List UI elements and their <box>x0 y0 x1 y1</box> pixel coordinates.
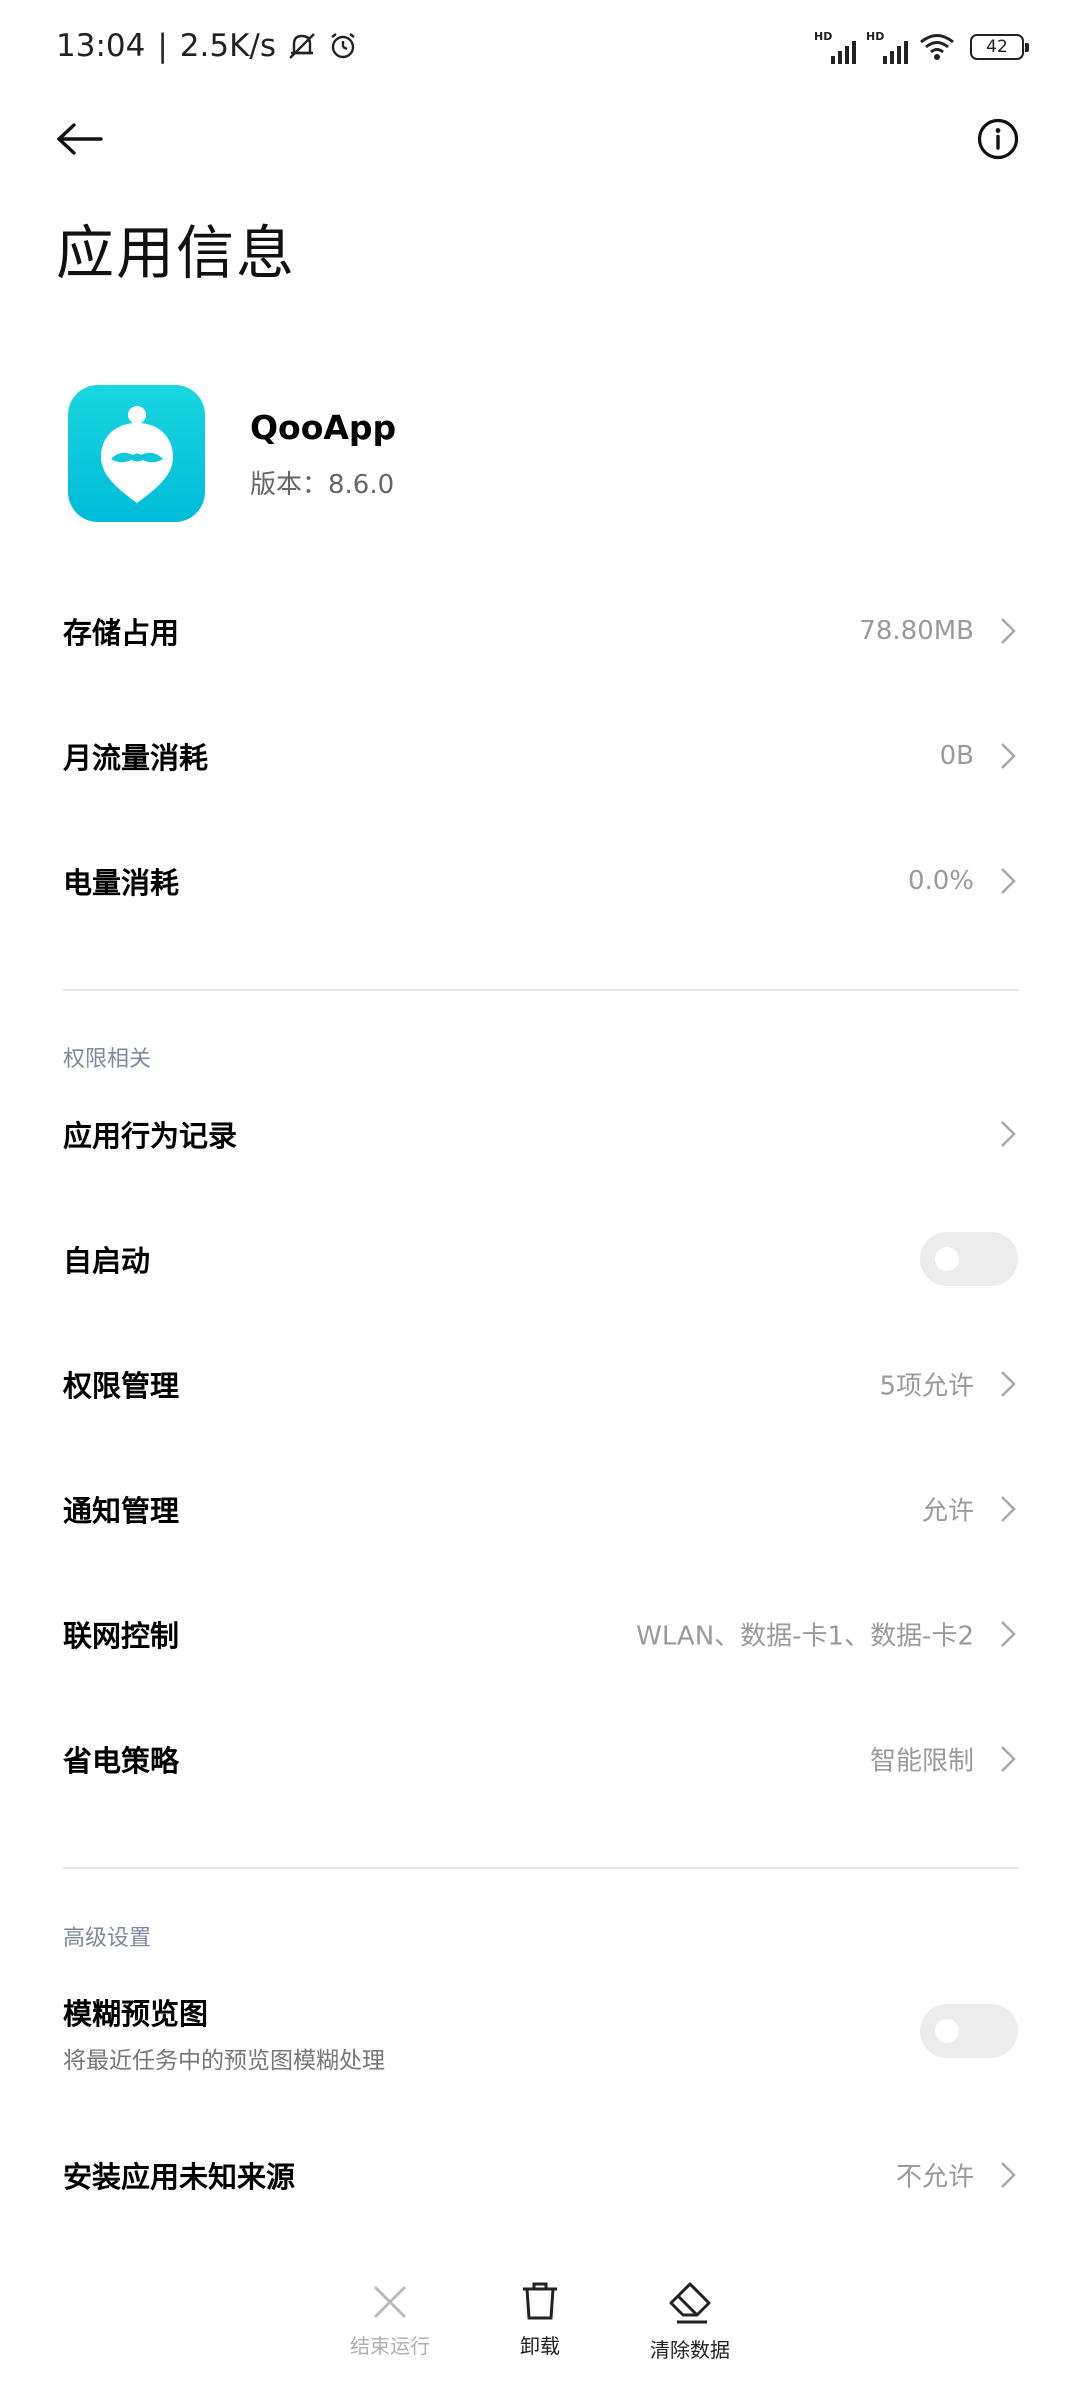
unknown-sources-row[interactable]: 安装应用未知来源 不允许 <box>0 2112 1080 2238</box>
trash-icon <box>523 2282 557 2320</box>
status-right: HD HD 42 <box>814 30 1029 64</box>
storage-row[interactable]: 存储占用 78.80MB <box>0 568 1080 694</box>
row-subtitle: 将最近任务中的预览图模糊处理 <box>63 2048 385 2074</box>
row-value: 5项允许 <box>879 1371 974 1402</box>
network-speed: 2.5K/s <box>179 28 277 64</box>
status-left: 13:04 | 2.5K/s <box>56 28 358 64</box>
chevron-right-icon <box>1001 1121 1016 1147</box>
chevron-right-icon <box>1001 743 1016 769</box>
battery-usage-row[interactable]: 电量消耗 0.0% <box>0 818 1080 944</box>
chevron-right-icon <box>1001 1746 1016 1772</box>
battery-saver-row[interactable]: 省电策略 智能限制 <box>0 1696 1080 1822</box>
autostart-row: 自启动 <box>0 1196 1080 1322</box>
row-value: 78.80MB <box>859 616 974 646</box>
autostart-toggle[interactable] <box>920 1232 1018 1286</box>
qooapp-logo-icon <box>100 405 173 503</box>
row-label: 联网控制 <box>63 1619 180 1653</box>
status-time: 13:04 <box>56 28 146 64</box>
row-label: 权限管理 <box>63 1369 180 1403</box>
row-value: 智能限制 <box>869 1746 974 1777</box>
row-value: WLAN、数据-卡1、数据-卡2 <box>636 1621 974 1652</box>
row-label: 通知管理 <box>63 1494 180 1528</box>
app-behavior-row[interactable]: 应用行为记录 <box>0 1071 1080 1197</box>
row-label: 自启动 <box>63 1244 151 1278</box>
wifi-icon <box>920 34 954 60</box>
app-version: 版本：8.6.0 <box>250 470 395 500</box>
chevron-right-icon <box>1001 2162 1016 2188</box>
hd-signal-icon: HD <box>814 30 856 64</box>
blur-preview-row: 模糊预览图 将最近任务中的预览图模糊处理 <box>0 1966 1080 2096</box>
app-name: QooApp <box>250 408 397 447</box>
row-label: 应用行为记录 <box>63 1119 238 1153</box>
clear-data-button[interactable]: 清除数据 <box>636 2280 744 2363</box>
app-details-button[interactable] <box>974 112 1022 166</box>
row-value: 0.0% <box>907 866 974 896</box>
row-value: 不允许 <box>895 2162 974 2193</box>
chevron-right-icon <box>1001 618 1016 644</box>
divider <box>63 989 1019 991</box>
section-title-advanced: 高级设置 <box>63 1926 152 1951</box>
permissions-row[interactable]: 权限管理 5项允许 <box>0 1321 1080 1447</box>
close-icon <box>374 2286 406 2318</box>
row-value: 0B <box>939 741 974 771</box>
mute-vibrate-icon <box>289 33 315 59</box>
hd-signal-icon: HD <box>866 30 908 64</box>
chevron-right-icon <box>1001 1496 1016 1522</box>
chevron-right-icon <box>1001 1371 1016 1397</box>
battery-level: 42 <box>986 37 1008 57</box>
status-bar: 13:04 | 2.5K/s HD HD 42 <box>0 0 1080 100</box>
divider <box>63 1867 1019 1869</box>
eraser-icon <box>669 2282 711 2324</box>
alarm-icon <box>331 33 355 59</box>
app-icon <box>68 385 205 522</box>
app-info-page: 13:04 | 2.5K/s HD HD 42 应用信息 QooApp 版本：8… <box>0 0 1080 2400</box>
row-label: 月流量消耗 <box>63 741 209 775</box>
blur-preview-toggle[interactable] <box>920 2004 1018 2058</box>
force-stop-button[interactable]: 结束运行 <box>334 2282 446 2359</box>
row-value: 允许 <box>921 1496 974 1527</box>
network-control-row[interactable]: 联网控制 WLAN、数据-卡1、数据-卡2 <box>0 1571 1080 1697</box>
info-icon <box>977 118 1019 160</box>
row-label: 安装应用未知来源 <box>63 2160 296 2194</box>
uninstall-button[interactable]: 卸载 <box>496 2280 584 2359</box>
chevron-right-icon <box>1001 868 1016 894</box>
row-label: 省电策略 <box>63 1744 180 1778</box>
data-usage-row[interactable]: 月流量消耗 0B <box>0 693 1080 819</box>
force-stop-label: 结束运行 <box>350 2334 430 2358</box>
notifications-row[interactable]: 通知管理 允许 <box>0 1446 1080 1572</box>
chevron-right-icon <box>1001 1621 1016 1647</box>
page-title: 应用信息 <box>56 219 297 287</box>
row-label: 模糊预览图 <box>63 1997 209 2031</box>
section-title-permissions: 权限相关 <box>63 1047 152 1072</box>
back-button[interactable] <box>50 112 110 166</box>
row-label: 存储占用 <box>63 616 180 650</box>
uninstall-label: 卸载 <box>520 2334 560 2358</box>
clear-data-label: 清除数据 <box>650 2338 730 2362</box>
battery-icon: 42 <box>970 34 1029 60</box>
back-arrow-icon <box>57 123 103 155</box>
row-label: 电量消耗 <box>63 866 180 900</box>
